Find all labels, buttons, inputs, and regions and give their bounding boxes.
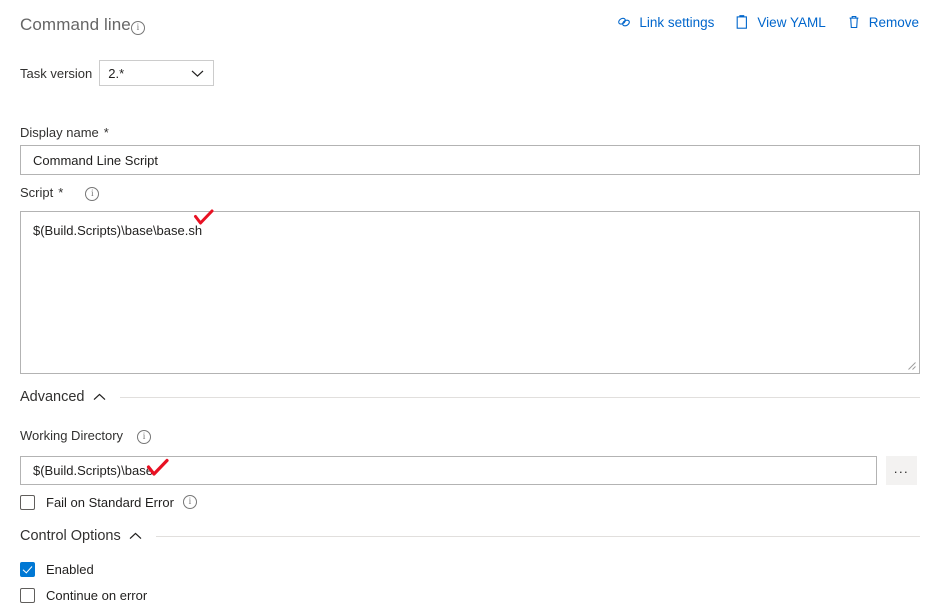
display-name-input[interactable] bbox=[20, 145, 920, 175]
script-editor-wrap bbox=[20, 211, 920, 374]
panel-header: Command line Link settings bbox=[0, 0, 933, 46]
task-version-value: 2.* bbox=[108, 65, 125, 81]
task-version-label: Task version bbox=[20, 65, 93, 81]
script-info-icon[interactable] bbox=[85, 185, 100, 201]
script-label: Script * bbox=[20, 185, 100, 201]
clipboard-icon bbox=[734, 14, 750, 30]
page-title: Command line bbox=[20, 15, 131, 34]
display-name-required-marker: * bbox=[103, 125, 109, 140]
display-name-label: Display name * bbox=[20, 125, 109, 140]
control-options-section-title: Control Options bbox=[20, 528, 121, 544]
chevron-up-icon bbox=[93, 393, 106, 401]
working-directory-label-text: Working Directory bbox=[20, 428, 124, 444]
control-options-section-divider bbox=[155, 535, 920, 537]
working-directory-row: ... bbox=[20, 456, 917, 485]
script-textarea[interactable] bbox=[20, 211, 920, 374]
working-directory-info-icon[interactable] bbox=[137, 428, 152, 444]
advanced-section-divider bbox=[119, 396, 920, 398]
view-yaml-button[interactable]: View YAML bbox=[734, 14, 826, 30]
enabled-row[interactable]: Enabled bbox=[20, 562, 94, 577]
continue-on-error-label: Continue on error bbox=[46, 588, 148, 603]
task-title-info-icon[interactable] bbox=[131, 19, 145, 37]
continue-on-error-row[interactable]: Continue on error bbox=[20, 588, 147, 603]
display-name-label-text: Display name bbox=[20, 125, 99, 140]
fail-on-standard-error-info-icon[interactable] bbox=[182, 493, 197, 511]
link-settings-button[interactable]: Link settings bbox=[616, 14, 714, 30]
link-settings-label: Link settings bbox=[639, 14, 715, 30]
enabled-label: Enabled bbox=[46, 562, 94, 577]
fail-on-standard-error-label: Fail on Standard Error bbox=[46, 494, 174, 510]
task-version-select[interactable]: 2.* bbox=[99, 60, 215, 86]
task-version-row: Task version 2.* bbox=[20, 60, 215, 86]
fail-on-standard-error-row[interactable]: Fail on Standard Error bbox=[20, 493, 197, 511]
working-directory-browse-button[interactable]: ... bbox=[886, 456, 917, 485]
script-label-text: Script bbox=[20, 185, 54, 201]
chevron-down-icon bbox=[191, 66, 204, 81]
control-options-section-header[interactable]: Control Options bbox=[20, 528, 920, 544]
remove-button[interactable]: Remove bbox=[846, 14, 919, 30]
enabled-checkbox[interactable] bbox=[20, 562, 35, 577]
advanced-section-title: Advanced bbox=[20, 389, 85, 405]
fail-on-standard-error-checkbox[interactable] bbox=[20, 494, 35, 510]
chevron-up-icon bbox=[129, 532, 142, 540]
link-chain-icon bbox=[616, 14, 632, 30]
continue-on-error-checkbox[interactable] bbox=[20, 588, 35, 603]
working-directory-label: Working Directory bbox=[20, 428, 152, 444]
working-directory-input[interactable] bbox=[20, 456, 877, 485]
trash-icon bbox=[846, 14, 862, 30]
view-yaml-label: View YAML bbox=[757, 14, 826, 30]
advanced-section-header[interactable]: Advanced bbox=[20, 389, 920, 405]
remove-label: Remove bbox=[868, 14, 919, 30]
header-actions: Link settings View YAML Remove bbox=[616, 14, 919, 30]
task-config-panel: Command line Link settings bbox=[0, 0, 933, 609]
script-required-marker: * bbox=[58, 185, 64, 201]
